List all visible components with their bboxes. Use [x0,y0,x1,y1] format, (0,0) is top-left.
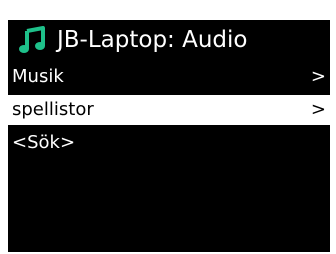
chevron-right-icon: > [310,66,326,87]
menu-item-musik[interactable]: Musik > [8,62,330,92]
menu-item-spellistor[interactable]: spellistor > [8,95,330,125]
music-note-icon [19,26,45,53]
page-title: JB-Laptop: Audio [57,27,248,53]
display-screen: JB-Laptop: Audio Musik > spellistor > <S… [8,20,330,252]
menu-item-label: Musik [12,66,64,87]
menu-item-label: spellistor [12,99,94,120]
chevron-right-icon: > [310,99,326,120]
header: JB-Laptop: Audio [8,20,330,60]
menu-item-sok[interactable]: <Sök> [8,128,330,158]
menu-item-label: <Sök> [12,132,76,153]
menu-list: Musik > spellistor > <Sök> [8,62,330,161]
